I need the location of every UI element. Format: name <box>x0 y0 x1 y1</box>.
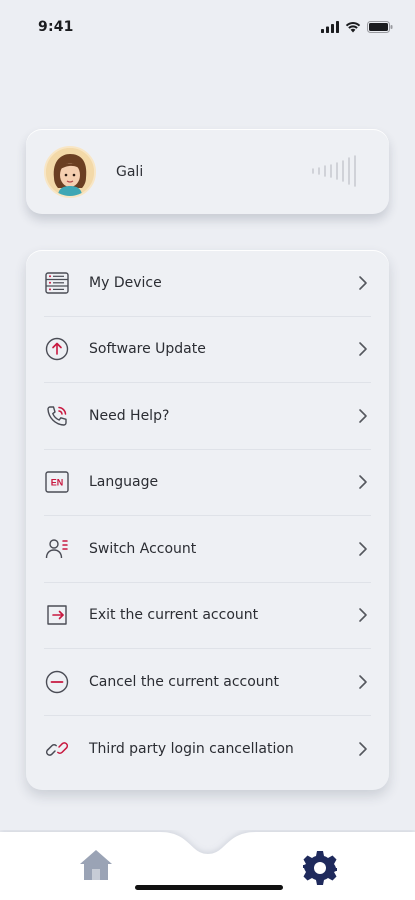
battery-icon <box>367 21 393 33</box>
menu-item-label: Software Update <box>89 341 206 358</box>
home-indicator <box>135 885 283 890</box>
chevron-right-icon <box>359 275 367 290</box>
settings-menu: My Device Software Update Need Help? EN … <box>26 250 389 790</box>
link-icon <box>44 736 70 762</box>
upload-arrow-icon <box>44 336 70 362</box>
avatar[interactable] <box>44 145 96 198</box>
status-bar: 9:41 <box>0 0 415 54</box>
switch-account-icon <box>44 536 70 562</box>
menu-item-label: Need Help? <box>89 407 170 424</box>
menu-item-label: Cancel the current account <box>89 673 280 690</box>
wifi-icon <box>345 22 361 33</box>
avatar-illustration <box>46 147 94 196</box>
status-time: 9:41 <box>38 19 74 35</box>
chevron-right-icon <box>359 608 367 623</box>
menu-item-language[interactable]: EN Language <box>44 450 371 516</box>
chevron-right-icon <box>359 741 367 756</box>
chevron-right-icon <box>359 408 367 423</box>
menu-item-label: Switch Account <box>89 540 197 557</box>
language-en-icon: EN <box>44 469 70 495</box>
menu-item-software-update[interactable]: Software Update <box>44 317 371 383</box>
menu-item-label: My Device <box>89 274 162 291</box>
menu-item-exit-account[interactable]: Exit the current account <box>44 583 371 649</box>
profile-card[interactable]: Gali <box>26 129 389 214</box>
chevron-right-icon <box>359 342 367 357</box>
menu-item-switch-account[interactable]: Switch Account <box>44 516 371 583</box>
tab-home[interactable] <box>78 848 114 882</box>
tab-bar <box>0 830 415 900</box>
voice-wave-icon <box>312 155 356 187</box>
signal-icon <box>321 21 339 33</box>
menu-item-need-help[interactable]: Need Help? <box>44 383 371 450</box>
menu-item-third-party-login[interactable]: Third party login cancellation <box>44 716 371 783</box>
tab-settings[interactable] <box>296 844 344 892</box>
menu-item-label: Exit the current account <box>89 607 259 624</box>
menu-item-label: Third party login cancellation <box>89 740 294 757</box>
gear-icon <box>303 851 337 885</box>
menu-item-label: Language <box>89 474 159 491</box>
menu-item-cancel-account[interactable]: Cancel the current account <box>44 649 371 716</box>
exit-icon <box>44 602 70 628</box>
device-list-icon <box>44 270 70 296</box>
phone-call-icon <box>44 403 70 429</box>
status-icons <box>321 21 393 33</box>
chevron-right-icon <box>359 475 367 490</box>
minus-circle-icon <box>44 669 70 695</box>
chevron-right-icon <box>359 674 367 689</box>
profile-name: Gali <box>116 163 144 180</box>
chevron-right-icon <box>359 541 367 556</box>
language-badge-text: EN <box>51 478 64 488</box>
menu-item-my-device[interactable]: My Device <box>44 250 371 317</box>
home-icon <box>80 850 112 880</box>
